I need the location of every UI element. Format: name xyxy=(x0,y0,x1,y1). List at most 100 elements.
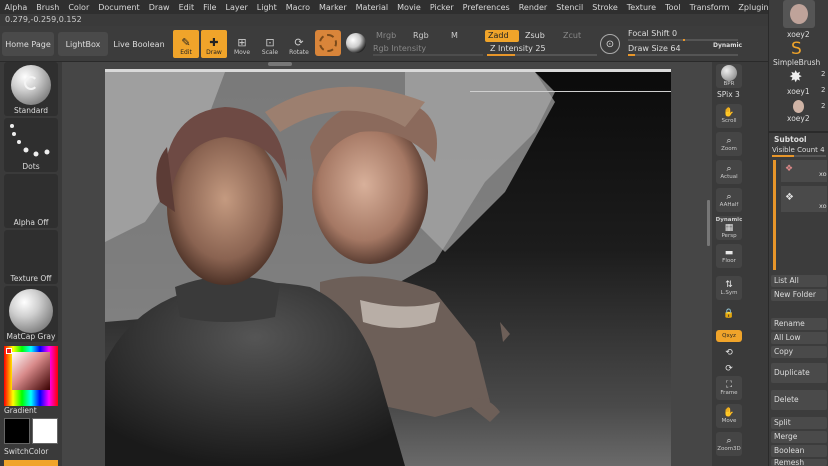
material-selector[interactable]: MatCap Gray xyxy=(4,286,58,342)
menu-edit[interactable]: Edit xyxy=(174,3,199,12)
rgb-intensity-label: Rgb Intensity xyxy=(373,44,427,53)
frame-button[interactable]: ⛶ Frame xyxy=(716,376,742,400)
secondary-color-swatch[interactable] xyxy=(32,418,58,444)
main-color-swatch[interactable] xyxy=(4,418,30,444)
split-button[interactable]: Split xyxy=(771,417,827,429)
lock-button[interactable]: 🔒 xyxy=(716,306,742,322)
live-boolean-button[interactable]: Live Boolean xyxy=(112,32,166,56)
merge-button[interactable]: Merge xyxy=(771,431,827,443)
draw-size-slider[interactable] xyxy=(628,54,738,56)
texture-swatch-icon xyxy=(319,34,337,52)
rename-button[interactable]: Rename xyxy=(771,318,827,330)
brush-settings-icon[interactable]: ⊙ xyxy=(600,34,620,54)
canvas-scroll-handle[interactable] xyxy=(268,62,292,66)
delete-button[interactable]: Delete xyxy=(771,390,827,410)
menu-document[interactable]: Document xyxy=(94,3,144,12)
menu-light[interactable]: Light xyxy=(252,3,281,12)
spix-slider[interactable]: SPix 3 xyxy=(717,90,740,99)
visible-count-slider[interactable]: Visible Count 4 xyxy=(772,146,825,154)
menu-preferences[interactable]: Preferences xyxy=(458,3,514,12)
menu-file[interactable]: File xyxy=(199,3,221,12)
sculpture-model xyxy=(105,72,555,466)
zsub-toggle[interactable]: Zsub xyxy=(522,30,556,42)
menu-material[interactable]: Material xyxy=(351,3,393,12)
viewport-canvas[interactable] xyxy=(105,72,671,466)
switch-color-button[interactable]: SwitchColor xyxy=(4,447,48,456)
menu-brush[interactable]: Brush xyxy=(32,3,64,12)
menu-marker[interactable]: Marker xyxy=(314,3,351,12)
color-picker[interactable] xyxy=(4,346,58,406)
subtool-row-2[interactable]: ❖ xo xyxy=(781,186,827,212)
aahalf-button[interactable]: ⌕ AAHalf xyxy=(716,188,742,212)
boolean-button[interactable]: Boolean xyxy=(771,445,827,457)
duplicate-button[interactable]: Duplicate xyxy=(771,363,827,383)
brush-selector[interactable]: Standard xyxy=(4,62,58,116)
rotate-z-button[interactable]: ⟳ xyxy=(716,362,742,376)
subtool-row-1[interactable]: ❖ xo xyxy=(781,160,827,182)
canvas-side-scroll[interactable] xyxy=(707,200,710,246)
tool-thumb-xoey2[interactable] xyxy=(787,98,809,114)
rgb-toggle[interactable]: Rgb xyxy=(410,30,446,42)
perspective-button[interactable]: Dynamic ▦ Persp xyxy=(716,216,742,240)
rotate-mode-button[interactable]: ⟳ Rotate xyxy=(286,30,312,58)
menu-stroke[interactable]: Stroke xyxy=(588,3,623,12)
menu-picker[interactable]: Picker xyxy=(425,3,458,12)
menu-color[interactable]: Color xyxy=(64,3,94,12)
color-saturation-square[interactable] xyxy=(12,352,50,390)
bpr-render-button[interactable]: BPR xyxy=(716,64,742,88)
menu-stencil[interactable]: Stencil xyxy=(552,3,588,12)
draw-mode-button[interactable]: ✚ Draw xyxy=(201,30,227,58)
star-tool-icon[interactable]: ✸ xyxy=(789,68,802,86)
lightbox-button[interactable]: LightBox xyxy=(58,32,108,56)
all-low-button[interactable]: All Low xyxy=(771,332,827,344)
menu-layer[interactable]: Layer xyxy=(221,3,252,12)
menu-tool[interactable]: Tool xyxy=(661,3,686,12)
xyz-rotation-button[interactable]: Qxyz xyxy=(716,330,742,342)
list-all-button[interactable]: List All xyxy=(771,275,827,287)
new-folder-button[interactable]: New Folder xyxy=(771,289,827,301)
focal-shift-slider[interactable] xyxy=(628,39,738,41)
dynamic-toggle[interactable]: Dynamic xyxy=(713,42,742,49)
scroll-button[interactable]: ✋ Scroll xyxy=(716,104,742,128)
m-toggle[interactable]: M xyxy=(448,30,478,42)
alpha-selector[interactable]: Alpha Off xyxy=(4,174,58,228)
move-view-button[interactable]: ✋ Move xyxy=(716,404,742,428)
zoom3d-button[interactable]: ⌕ Zoom3D xyxy=(716,432,742,456)
scale-icon: ⊡ xyxy=(265,36,275,49)
zadd-toggle[interactable]: Zadd xyxy=(485,30,519,42)
material-swatch-button[interactable] xyxy=(315,30,341,56)
z-intensity-slider[interactable] xyxy=(487,54,597,56)
zcut-toggle[interactable]: Zcut xyxy=(560,30,594,42)
mrgb-toggle[interactable]: Mrgb xyxy=(373,30,413,42)
move-mode-button[interactable]: ⊞ Move xyxy=(229,30,255,58)
remesh-button[interactable]: Remesh xyxy=(771,459,827,466)
move-view-icon: ✋ xyxy=(723,408,735,418)
menu-macro[interactable]: Macro xyxy=(281,3,314,12)
tool-thumb-xoey2-top[interactable] xyxy=(783,0,815,28)
menu-draw[interactable]: Draw xyxy=(144,3,174,12)
material-sphere-icon[interactable] xyxy=(346,33,366,53)
copy-button[interactable]: Copy xyxy=(771,346,827,358)
floor-button[interactable]: ▬ Floor xyxy=(716,244,742,268)
frame-icon: ⛶ xyxy=(725,380,733,390)
zoom-button[interactable]: ⌕ Zoom xyxy=(716,132,742,156)
edit-mode-button[interactable]: ✎ Edit xyxy=(173,30,199,58)
menu-render[interactable]: Render xyxy=(514,3,551,12)
simplebrush-icon[interactable]: S xyxy=(791,41,802,58)
menu-transform[interactable]: Transform xyxy=(685,3,734,12)
stroke-selector[interactable]: Dots xyxy=(4,118,58,172)
alternate-toggle[interactable] xyxy=(4,460,58,466)
home-page-button[interactable]: Home Page xyxy=(2,32,54,56)
subtool-header[interactable]: Subtool xyxy=(774,135,807,144)
actual-button[interactable]: ⌕ Actual xyxy=(716,160,742,184)
local-symmetry-button[interactable]: ⇅ L.Sym xyxy=(716,276,742,300)
visible-count-track[interactable] xyxy=(772,155,826,157)
rotate-y-button[interactable]: ⟲ xyxy=(716,346,742,360)
menu-texture[interactable]: Texture xyxy=(622,3,660,12)
subtool-scrollbar[interactable] xyxy=(773,160,776,270)
menu-alpha[interactable]: Alpha xyxy=(0,3,32,12)
scale-mode-button[interactable]: ⊡ Scale xyxy=(257,30,283,58)
texture-selector[interactable]: Texture Off xyxy=(4,230,58,284)
menu-movie[interactable]: Movie xyxy=(393,3,426,12)
rgb-intensity-slider[interactable] xyxy=(373,54,483,56)
